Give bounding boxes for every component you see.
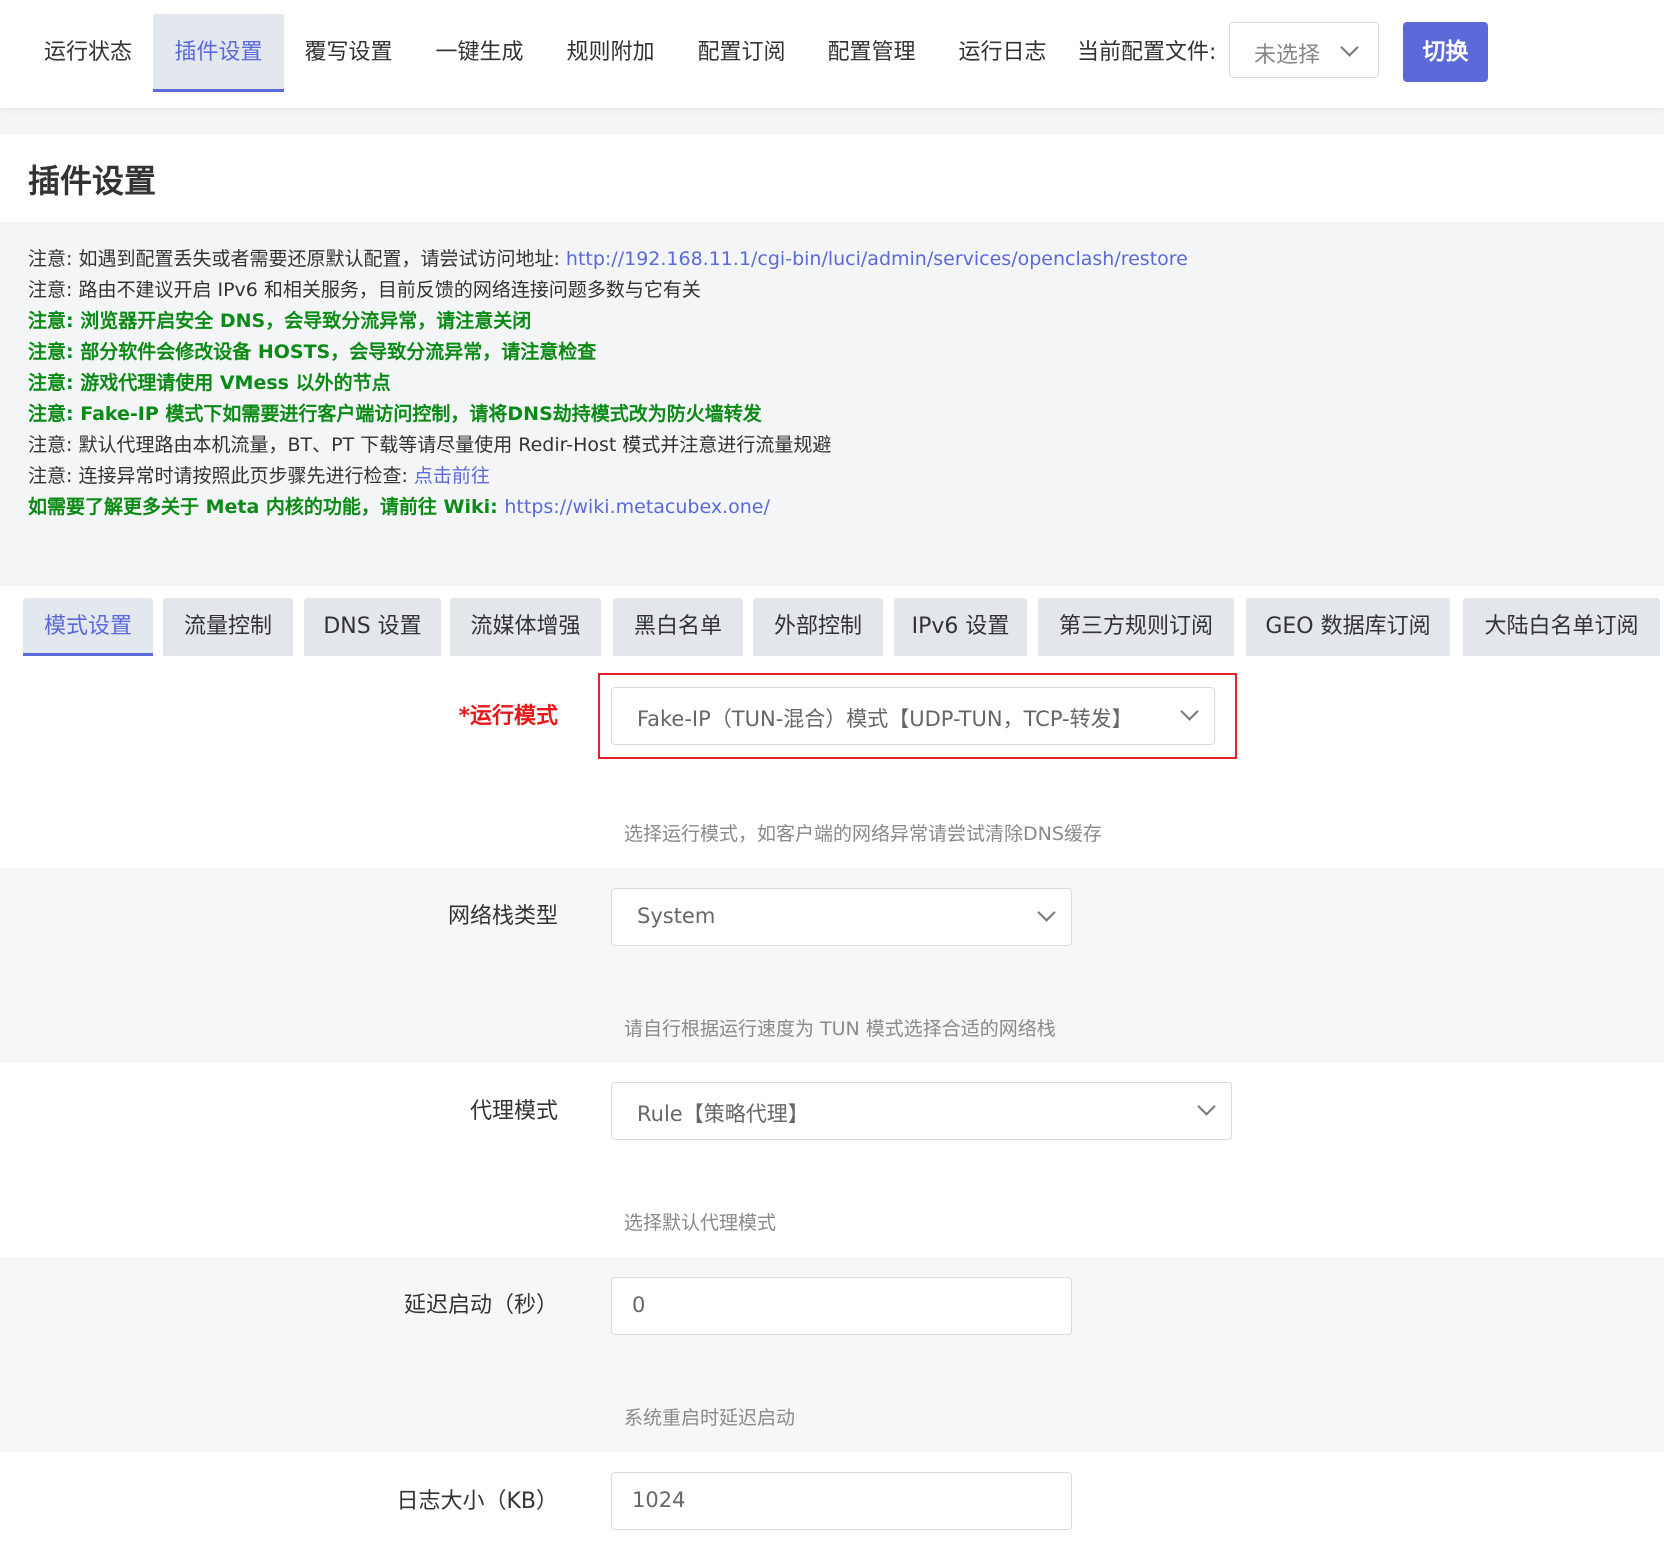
start-delay-hint: 系统重启时延迟启动	[624, 1407, 796, 1429]
config-file-value: 未选择	[1254, 43, 1321, 68]
current-config-label: 当前配置文件:	[1077, 40, 1217, 65]
nav-item-rule-append[interactable]: 规则附加	[549, 14, 672, 92]
mode-settings-form: *运行模式 Fake-IP（TUN-混合）模式【UDP-TUN，TCP-转发】 …	[0, 658, 1664, 1550]
tab-dns-settings[interactable]: DNS 设置	[304, 598, 441, 656]
page-title: 插件设置	[28, 162, 157, 200]
notice-text: 默认代理路由本机流量，BT、PT 下载等请尽量使用 Redir-Host 模式并…	[78, 434, 832, 456]
stack-type-hint: 请自行根据运行速度为 TUN 模式选择合适的网络栈	[624, 1018, 1056, 1040]
run-mode-hint: 选择运行模式，如客户端的网络异常请尝试清除DNS缓存	[624, 823, 1102, 845]
row-run-mode: *运行模式 Fake-IP（TUN-混合）模式【UDP-TUN，TCP-转发】 …	[0, 658, 1664, 868]
stack-type-label: 网络栈类型	[447, 904, 558, 929]
run-mode-label: *运行模式	[458, 704, 558, 729]
section-tabs: 模式设置 流量控制 DNS 设置 流媒体增强 黑白名单 外部控制 IPv6 设置…	[0, 586, 1664, 658]
proxy-mode-value: Rule【策略代理】	[637, 1102, 809, 1126]
notice-prefix: 注意:	[28, 465, 79, 487]
config-file-select[interactable]: 未选择	[1229, 22, 1379, 78]
row-start-delay: 延迟启动（秒） 0 系统重启时延迟启动	[0, 1257, 1664, 1452]
log-size-value: 1024	[632, 1488, 686, 1512]
start-delay-input[interactable]: 0	[611, 1277, 1072, 1335]
nav-item-override-settings[interactable]: 覆写设置	[287, 14, 410, 92]
page-title-band: 插件设置	[0, 134, 1664, 222]
nav-item-one-click-generate[interactable]: 一键生成	[418, 14, 541, 92]
notice-prefix: 注意:	[28, 310, 81, 332]
nav-item-run-log[interactable]: 运行日志	[941, 14, 1064, 92]
notice-restore: 注意: 如遇到配置丢失或者需要还原默认配置，请尝试访问地址: http://19…	[28, 244, 1648, 275]
notice-connection-check: 注意: 连接异常时请按照此页步骤先进行检查: 点击前往	[28, 461, 1648, 492]
tab-geo-database[interactable]: GEO 数据库订阅	[1246, 598, 1450, 656]
row-stack-type: 网络栈类型 System 请自行根据运行速度为 TUN 模式选择合适的网络栈	[0, 868, 1664, 1063]
notice-list: 注意: 如遇到配置丢失或者需要还原默认配置，请尝试访问地址: http://19…	[28, 244, 1648, 523]
stack-type-select[interactable]: System	[611, 888, 1072, 946]
proxy-mode-select[interactable]: Rule【策略代理】	[611, 1082, 1232, 1140]
nav-item-plugin-settings[interactable]: 插件设置	[153, 14, 284, 92]
notice-prefix: 注意:	[28, 279, 79, 301]
notice-text: 连接异常时请按照此页步骤先进行检查:	[78, 465, 414, 487]
notice-text: 浏览器开启安全 DNS，会导致分流异常，请注意关闭	[80, 310, 532, 332]
notice-text: 如需要了解更多关于 Meta 内核的功能，请前往 Wiki:	[28, 496, 505, 518]
notice-fake-ip: 注意: Fake-IP 模式下如需要进行客户端访问控制，请将DNS劫持模式改为防…	[28, 399, 1648, 430]
notice-text: Fake-IP 模式下如需要进行客户端访问控制，请将DNS劫持模式改为防火墙转发	[80, 403, 762, 425]
notice-prefix: 注意:	[28, 403, 81, 425]
run-mode-select[interactable]: Fake-IP（TUN-混合）模式【UDP-TUN，TCP-转发】	[611, 687, 1215, 745]
notice-secure-dns: 注意: 浏览器开启安全 DNS，会导致分流异常，请注意关闭	[28, 306, 1648, 337]
notice-hosts: 注意: 部分软件会修改设备 HOSTS，会导致分流异常，请注意检查	[28, 337, 1648, 368]
proxy-mode-hint: 选择默认代理模式	[624, 1212, 777, 1234]
row-proxy-mode: 代理模式 Rule【策略代理】 选择默认代理模式	[0, 1063, 1664, 1257]
notice-prefix: 注意:	[28, 248, 79, 270]
top-navigation: 运行状态 插件设置 覆写设置 一键生成 规则附加 配置订阅 配置管理 运行日志 …	[0, 0, 1664, 108]
tab-streaming-enhance[interactable]: 流媒体增强	[450, 598, 601, 656]
row-log-size: 日志大小（KB） 1024	[0, 1452, 1664, 1550]
wiki-link[interactable]: https://wiki.metacubex.one/	[504, 496, 769, 518]
tab-mainland-whitelist[interactable]: 大陆白名单订阅	[1463, 598, 1660, 656]
notice-prefix: 注意:	[28, 341, 81, 363]
notice-ipv6: 注意: 路由不建议开启 IPv6 和相关服务，目前反馈的网络连接问题多数与它有关	[28, 275, 1648, 306]
notice-prefix: 注意:	[28, 372, 81, 394]
tab-traffic-control[interactable]: 流量控制	[163, 598, 293, 656]
notice-game-proxy: 注意: 游戏代理请使用 VMess 以外的节点	[28, 368, 1648, 399]
tab-black-white-list[interactable]: 黑白名单	[613, 598, 743, 656]
tab-external-control[interactable]: 外部控制	[753, 598, 883, 656]
restore-link[interactable]: http://192.168.11.1/cgi-bin/luci/admin/s…	[566, 248, 1188, 270]
log-size-input[interactable]: 1024	[611, 1472, 1072, 1530]
notice-text: 如遇到配置丢失或者需要还原默认配置，请尝试访问地址:	[78, 248, 566, 270]
notice-bt-pt: 注意: 默认代理路由本机流量，BT、PT 下载等请尽量使用 Redir-Host…	[28, 430, 1648, 461]
chevron-down-icon	[1197, 1097, 1216, 1116]
start-delay-label: 延迟启动（秒）	[403, 1293, 558, 1318]
nav-item-config-subscribe[interactable]: 配置订阅	[680, 14, 803, 92]
proxy-mode-label: 代理模式	[469, 1099, 558, 1124]
chevron-down-icon	[1340, 38, 1359, 57]
notice-text: 路由不建议开启 IPv6 和相关服务，目前反馈的网络连接问题多数与它有关	[78, 279, 701, 301]
switch-button[interactable]: 切换	[1403, 22, 1488, 82]
chevron-down-icon	[1180, 702, 1199, 721]
tab-third-party-rules[interactable]: 第三方规则订阅	[1038, 598, 1234, 656]
notice-prefix: 注意:	[28, 434, 79, 456]
nav-item-config-manage[interactable]: 配置管理	[810, 14, 933, 92]
chevron-down-icon	[1037, 903, 1056, 922]
check-steps-link[interactable]: 点击前往	[414, 465, 490, 487]
notice-text: 游戏代理请使用 VMess 以外的节点	[80, 372, 391, 394]
log-size-label: 日志大小（KB）	[396, 1489, 558, 1514]
run-mode-value: Fake-IP（TUN-混合）模式【UDP-TUN，TCP-转发】	[637, 707, 1133, 731]
tab-ipv6-settings[interactable]: IPv6 设置	[894, 598, 1027, 656]
notice-text: 部分软件会修改设备 HOSTS，会导致分流异常，请注意检查	[80, 341, 597, 363]
start-delay-value: 0	[632, 1293, 646, 1317]
notice-meta-wiki: 如需要了解更多关于 Meta 内核的功能，请前往 Wiki: https://w…	[28, 492, 1648, 523]
tab-mode-settings[interactable]: 模式设置	[23, 598, 153, 656]
stack-type-value: System	[637, 904, 716, 928]
nav-item-status[interactable]: 运行状态	[28, 14, 148, 92]
